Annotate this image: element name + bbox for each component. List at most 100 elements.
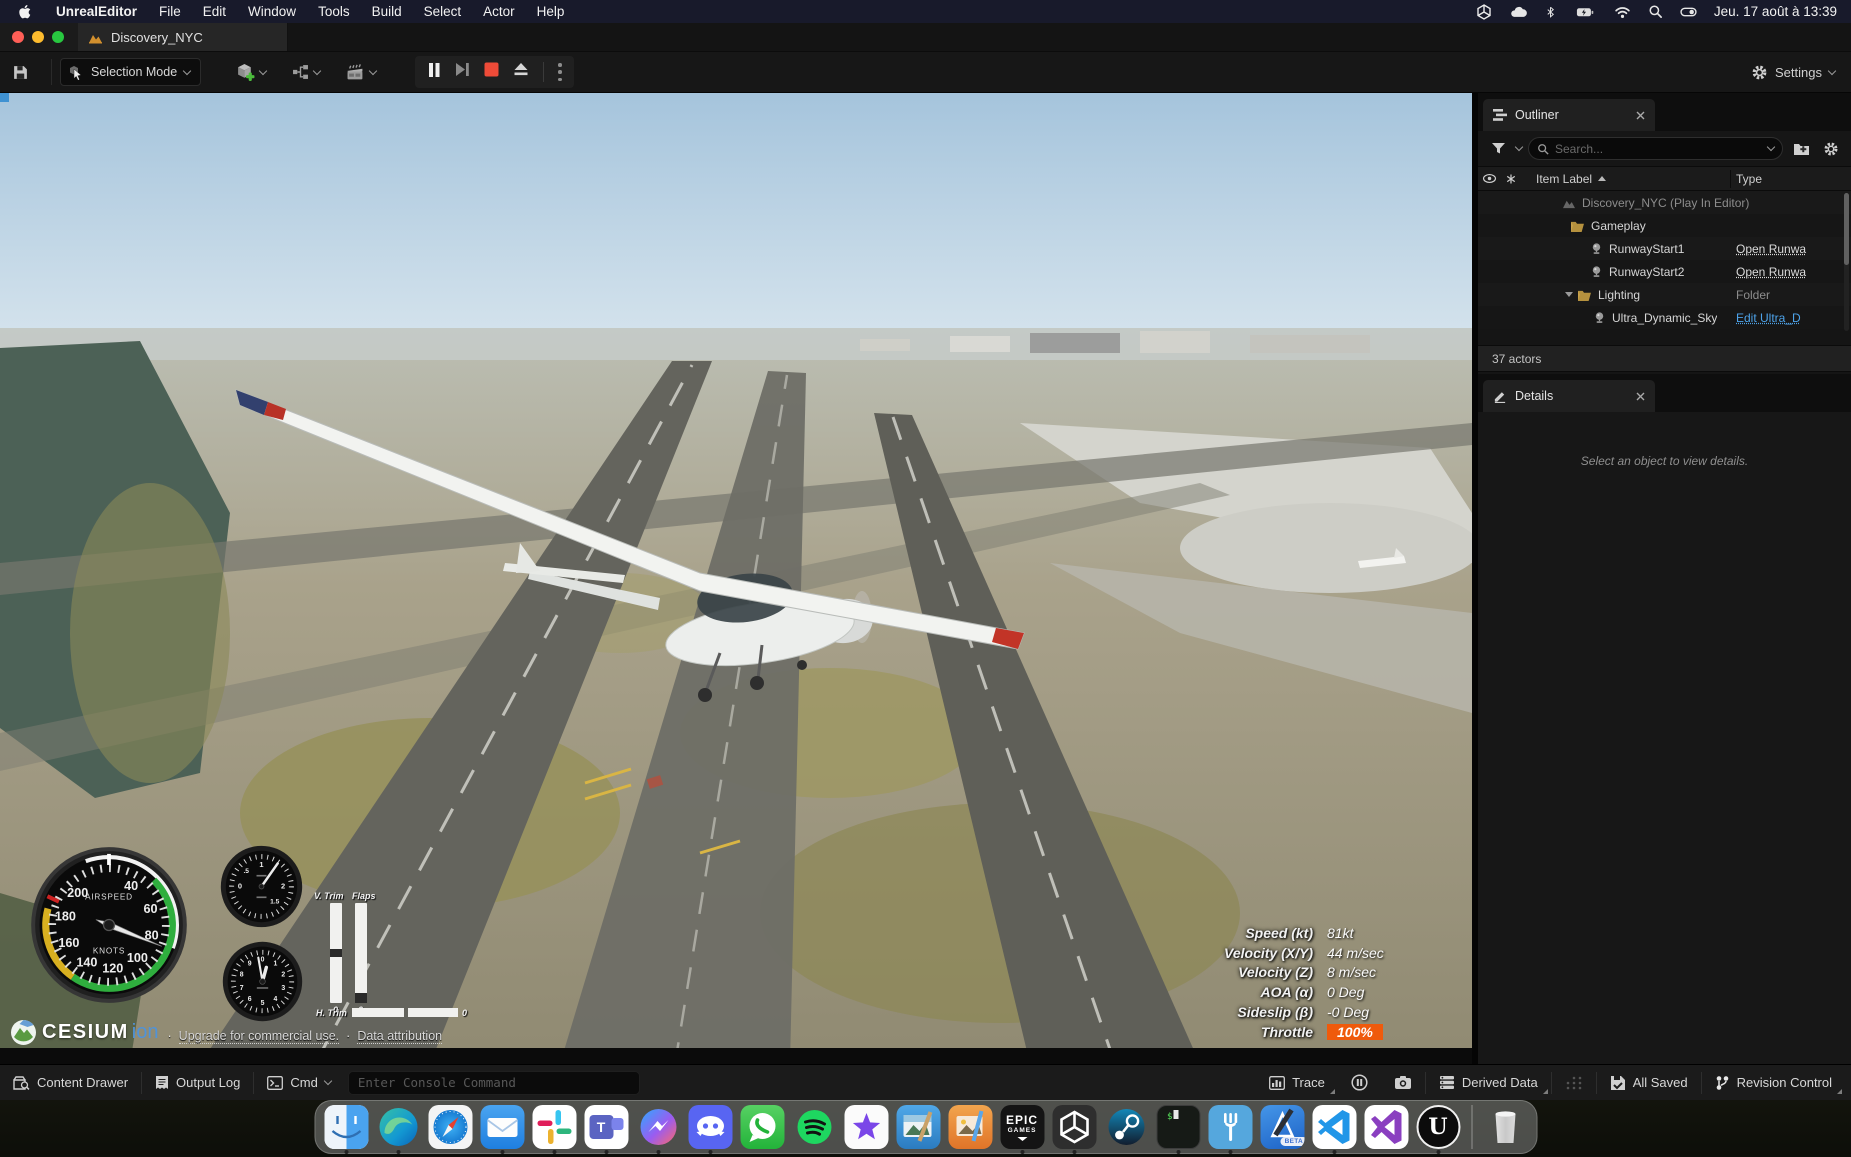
dock-icon-whatsapp[interactable] xyxy=(740,1105,784,1151)
spotlight-icon[interactable] xyxy=(1648,4,1663,19)
open-runway-link[interactable]: Open Runwa xyxy=(1736,265,1848,279)
bluetooth-icon[interactable] xyxy=(1545,4,1556,20)
pie-options-kebab-icon[interactable] xyxy=(558,63,562,81)
selection-mode-dropdown[interactable]: Selection Mode xyxy=(60,58,201,86)
outliner-settings-gear-icon[interactable] xyxy=(1819,137,1843,161)
all-saved-button[interactable]: All Saved xyxy=(1597,1065,1701,1100)
screenshot-button[interactable] xyxy=(1381,1065,1425,1100)
dock-icon-steam[interactable] xyxy=(1104,1105,1148,1151)
console-command-input[interactable] xyxy=(358,1072,630,1094)
chevron-down-icon xyxy=(259,66,267,74)
dock-icon-imovie[interactable] xyxy=(844,1105,888,1151)
visibility-column-eye-icon[interactable] xyxy=(1478,173,1500,184)
actor-camera-icon xyxy=(1593,311,1606,324)
menu-clock[interactable]: Jeu. 17 août à 13:39 xyxy=(1714,4,1837,19)
dock-icon-finder[interactable] xyxy=(324,1105,368,1151)
dock-icon-discord[interactable] xyxy=(688,1105,732,1151)
dock-icon-mail[interactable] xyxy=(480,1105,524,1151)
menu-build[interactable]: Build xyxy=(361,4,413,19)
dock-icon-terminal[interactable]: $ xyxy=(1156,1105,1200,1151)
pause-button[interactable] xyxy=(427,62,441,83)
column-type[interactable]: Type xyxy=(1736,172,1762,186)
dock-icon-graphics-editor[interactable] xyxy=(948,1105,992,1151)
dock-icon-edge[interactable] xyxy=(376,1105,420,1151)
menu-file[interactable]: File xyxy=(148,4,192,19)
menu-select[interactable]: Select xyxy=(413,4,473,19)
chevron-down-icon[interactable] xyxy=(1515,143,1523,151)
chevron-down-icon[interactable] xyxy=(1767,143,1775,151)
tree-row-runwaystart1[interactable]: RunwayStart1 Open Runwa xyxy=(1478,237,1851,260)
apple-menu[interactable] xyxy=(0,4,45,20)
menu-window[interactable]: Window xyxy=(237,4,307,19)
edit-ultra-dynamic-sky-link[interactable]: Edit Ultra_D xyxy=(1736,311,1848,325)
battery-icon[interactable] xyxy=(1573,5,1597,19)
open-runway-link[interactable]: Open Runwa xyxy=(1736,242,1848,256)
outliner-scrollbar[interactable] xyxy=(1844,193,1849,331)
dock-icon-visual-studio[interactable] xyxy=(1364,1105,1408,1151)
flight-label: Throttle xyxy=(1140,1024,1313,1040)
save-button[interactable] xyxy=(12,64,29,81)
dock-icon-spotify[interactable] xyxy=(792,1105,836,1151)
tree-row-lighting-folder[interactable]: Lighting Folder xyxy=(1478,283,1851,306)
dock-icon-fork[interactable] xyxy=(1208,1105,1252,1151)
filter-icon[interactable] xyxy=(1486,137,1510,161)
control-center-icon[interactable] xyxy=(1680,5,1697,19)
blueprints-button[interactable] xyxy=(292,64,320,80)
menu-help[interactable]: Help xyxy=(526,4,576,19)
dock-icon-teams[interactable]: T xyxy=(584,1105,628,1151)
dock-icon-vscode[interactable] xyxy=(1312,1105,1356,1151)
outliner-search-input[interactable] xyxy=(1555,142,1762,156)
wifi-icon[interactable] xyxy=(1614,5,1631,19)
dock-icon-epic-games[interactable]: EPICGAMES xyxy=(1000,1105,1044,1151)
dock-icon-xcode-beta[interactable]: BETA xyxy=(1260,1105,1304,1151)
unity-icon[interactable] xyxy=(1476,4,1492,20)
close-icon[interactable] xyxy=(1636,111,1645,120)
upgrade-link[interactable]: Upgrade for commercial use. xyxy=(179,1029,339,1044)
dock-icon-unreal[interactable]: U xyxy=(1416,1105,1460,1151)
game-viewport[interactable]: 40 60 80 100 120 140 160 180 200 AIRSPEE… xyxy=(0,93,1472,1064)
favorite-column-star-icon[interactable] xyxy=(1500,173,1522,185)
stop-button[interactable] xyxy=(484,62,499,82)
tab-outliner[interactable]: Outliner xyxy=(1483,99,1655,131)
column-item-label[interactable]: Item Label xyxy=(1536,172,1606,186)
expander-arrow-icon[interactable] xyxy=(1565,292,1573,297)
tree-row-level[interactable]: Discovery_NYC (Play In Editor) xyxy=(1478,191,1851,214)
menu-unrealeditor[interactable]: UnrealEditor xyxy=(45,4,148,19)
menu-actor[interactable]: Actor xyxy=(472,4,526,19)
tree-row-runwaystart2[interactable]: RunwayStart2 Open Runwa xyxy=(1478,260,1851,283)
data-attribution-link[interactable]: Data attribution xyxy=(357,1029,442,1044)
new-folder-button[interactable] xyxy=(1789,137,1813,161)
dock-icon-messenger[interactable] xyxy=(636,1105,680,1151)
cmd-dropdown[interactable]: Cmd xyxy=(254,1065,343,1100)
content-drawer-button[interactable]: Content Drawer xyxy=(0,1065,141,1100)
dock-icon-safari[interactable] xyxy=(428,1105,472,1151)
pie-focus-indicator xyxy=(0,93,9,102)
settings-button[interactable]: Settings xyxy=(1751,64,1851,81)
add-actor-button[interactable] xyxy=(236,63,266,82)
eject-button[interactable] xyxy=(513,62,529,82)
menu-tools[interactable]: Tools xyxy=(307,4,361,19)
onedrive-icon[interactable] xyxy=(1509,5,1528,19)
tab-details[interactable]: Details xyxy=(1483,380,1655,412)
tree-row-gameplay-folder[interactable]: Gameplay xyxy=(1478,214,1851,237)
tree-row-ultra-dynamic-sky[interactable]: Ultra_Dynamic_Sky Edit Ultra_D xyxy=(1478,306,1851,329)
dock-icon-unity[interactable] xyxy=(1052,1105,1096,1151)
trace-button[interactable]: Trace xyxy=(1256,1065,1338,1100)
dock-icon-trash[interactable] xyxy=(1483,1105,1527,1151)
frame-skip-button[interactable] xyxy=(455,62,470,82)
svg-text:AIRSPEED: AIRSPEED xyxy=(85,893,133,902)
zoom-window-button[interactable] xyxy=(52,31,64,43)
level-tab[interactable]: Discovery_NYC xyxy=(78,23,288,51)
insights-pause-button[interactable] xyxy=(1338,1065,1381,1100)
revision-control-button[interactable]: Revision Control xyxy=(1702,1065,1845,1100)
svg-text:120: 120 xyxy=(102,961,123,975)
close-window-button[interactable] xyxy=(12,31,24,43)
cinematics-button[interactable] xyxy=(346,64,376,81)
close-icon[interactable] xyxy=(1636,392,1645,401)
menu-edit[interactable]: Edit xyxy=(192,4,237,19)
minimize-window-button[interactable] xyxy=(32,31,44,43)
derived-data-button[interactable]: Derived Data xyxy=(1426,1065,1551,1100)
output-log-button[interactable]: Output Log xyxy=(142,1065,253,1100)
dock-icon-slack[interactable] xyxy=(532,1105,576,1151)
dock-icon-photo-editor[interactable] xyxy=(896,1105,940,1151)
